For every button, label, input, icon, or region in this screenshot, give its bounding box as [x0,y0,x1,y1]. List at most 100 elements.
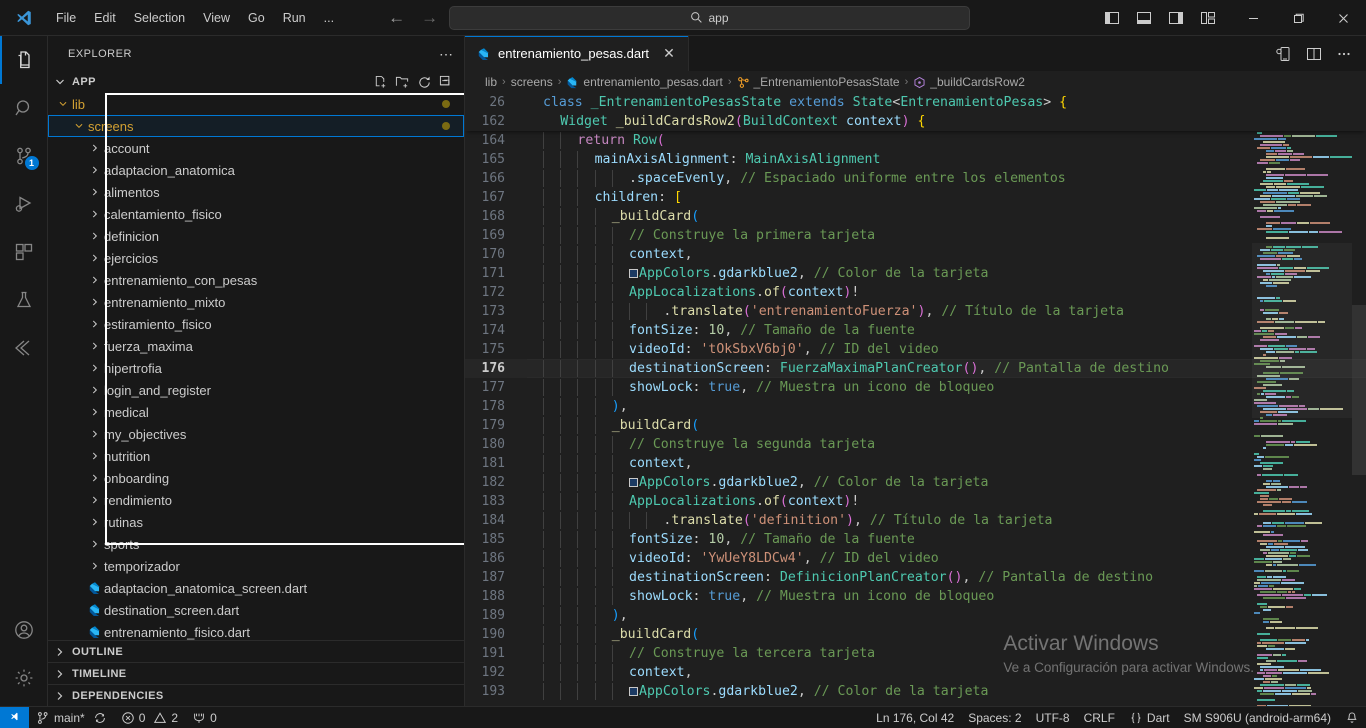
menu-go[interactable]: Go [240,7,273,29]
code-line[interactable]: 170 context, [465,245,1366,264]
status-language-mode[interactable]: Dart [1122,707,1177,728]
close-button[interactable] [1321,0,1366,36]
code-line[interactable]: 164 return Row( [465,131,1366,150]
status-eol[interactable]: CRLF [1077,707,1122,728]
tree-folder-row[interactable]: hipertrofia [48,357,464,379]
minimap[interactable] [1252,93,1352,706]
status-problems[interactable]: 0 2 [114,707,185,728]
tree-folder-row[interactable]: medical [48,401,464,423]
code-line[interactable]: 168 _buildCard( [465,207,1366,226]
tree-folder-row[interactable]: rendimiento [48,489,464,511]
close-icon[interactable]: ✕ [660,45,678,62]
sidebar-item-extensions[interactable] [0,228,48,276]
new-file-icon[interactable] [373,75,388,90]
tree-folder-row[interactable]: definicion [48,225,464,247]
menu-selection[interactable]: Selection [126,7,193,29]
collapse-all-icon[interactable] [439,75,454,90]
code-line[interactable]: 180 // Construye la segunda tarjeta [465,435,1366,454]
code-line[interactable]: 173 .translate('entrenamientoFuerza'), //… [465,302,1366,321]
code-line[interactable]: 187 destinationScreen: DefinicionPlanCrea… [465,568,1366,587]
more-actions-icon[interactable] [1330,40,1358,68]
code-line[interactable]: 177 showLock: true, // Muestra un icono d… [465,378,1366,397]
code-line[interactable]: 176 destinationScreen: FuerzaMaximaPlanCr… [465,359,1366,378]
code-line[interactable]: 178), [465,397,1366,416]
status-branch[interactable]: main* [29,707,114,728]
sticky-code-line[interactable]: 26 class _EntrenamientoPesasState extends… [465,93,1366,112]
minimap-slider[interactable] [1252,243,1352,418]
tree-folder-row[interactable]: alimentos [48,181,464,203]
code-line[interactable]: 184 .translate('definition'), // Título d… [465,511,1366,530]
menu-file[interactable]: File [48,7,84,29]
tree-folder-row[interactable]: login_and_register [48,379,464,401]
code-line[interactable]: 190 _buildCard( [465,625,1366,644]
tree-folder-row[interactable]: ejercicios [48,247,464,269]
sidebar-item-explorer[interactable] [0,36,48,84]
code-line[interactable]: 166 .spaceEvenly, // Espaciado uniforme e… [465,169,1366,188]
code-line[interactable]: 185 fontSize: 10, // Tamaño de la fuente [465,530,1366,549]
tree-folder-row[interactable]: estiramiento_fisico [48,313,464,335]
tree-folder-row[interactable]: onboarding [48,467,464,489]
toggle-secondary-sidebar-icon[interactable] [1161,3,1191,33]
code-line[interactable]: 171 AppColors.gdarkblue2, // Color de la … [465,264,1366,283]
code-line[interactable]: 165 mainAxisAlignment: MainAxisAlignment [465,150,1366,169]
tree-folder-row[interactable]: entrenamiento_mixto [48,291,464,313]
tree-folder-row[interactable]: nutrition [48,445,464,467]
tree-folder-row[interactable]: temporizador [48,555,464,577]
sidebar-item-source-control[interactable]: 1 [0,132,48,180]
tree-folder-row[interactable]: lib [48,93,464,115]
sticky-code-line[interactable]: 162 Widget _buildCardsRow2(BuildContext c… [465,112,1366,131]
customize-layout-icon[interactable] [1193,3,1223,33]
code-line[interactable]: 172 AppLocalizations.of(context)! [465,283,1366,302]
tree-folder-row[interactable]: calentamiento_fisico [48,203,464,225]
code-line[interactable]: 186 videoId: 'YwUeY8LDCw4', // ID del vid… [465,549,1366,568]
new-folder-icon[interactable] [395,75,410,90]
breadcrumb-method[interactable]: _buildCardsRow2 [913,75,1025,89]
tab-entrenamiento-pesas-dart[interactable]: entrenamiento_pesas.dart ✕ [465,36,690,71]
sticky-scroll[interactable]: 26 class _EntrenamientoPesasState extends… [465,93,1366,131]
status-ports[interactable]: 0 [185,707,224,728]
code-line[interactable]: 189), [465,606,1366,625]
code-line[interactable]: 181 context, [465,454,1366,473]
status-device[interactable]: SM S906U (android-arm64) [1177,707,1338,728]
code-line[interactable]: 169 // Construye la primera tarjeta [465,226,1366,245]
remote-indicator[interactable] [0,706,29,728]
go-forward-icon[interactable]: → [421,9,438,26]
tree-folder-row[interactable]: fuerza_maxima [48,335,464,357]
code-line[interactable]: 175 videoId: 'tOkSbxV6bj0', // ID del vid… [465,340,1366,359]
code-line[interactable]: 174 fontSize: 10, // Tamaño de la fuente [465,321,1366,340]
code-line[interactable]: 191 // Construye la tercera tarjeta [465,644,1366,663]
code-editor[interactable]: 163// Metodo para construir la segunda f… [465,93,1366,706]
code-line[interactable]: 188 showLock: true, // Muestra un icono d… [465,587,1366,606]
code-line[interactable]: 179 _buildCard( [465,416,1366,435]
editor-vertical-scrollbar[interactable] [1352,93,1366,706]
breadcrumb-class[interactable]: _EntrenamientoPesasState [737,75,900,89]
tree-folder-row[interactable]: my_objectives [48,423,464,445]
code-line[interactable]: 193 AppColors.gdarkblue2, // Color de la … [465,682,1366,701]
toggle-panel-icon[interactable] [1129,3,1159,33]
tree-file-row[interactable]: destination_screen.dart [48,599,464,621]
sidebar-section-timeline[interactable]: TIMELINE [48,662,464,684]
menu-edit[interactable]: Edit [86,7,124,29]
sidebar-section-dependencies[interactable]: DEPENDENCIES [48,684,464,706]
file-tree[interactable]: lib screens account adaptacion_anatomica ali… [48,93,464,640]
explorer-section-app[interactable]: APP [48,71,464,93]
sidebar-item-search[interactable] [0,84,48,132]
status-indentation[interactable]: Spaces: 2 [961,707,1028,728]
run-device-icon[interactable] [1270,40,1298,68]
command-center-search[interactable]: app [449,5,970,30]
split-editor-icon[interactable] [1300,40,1328,68]
code-viewport[interactable]: 163// Metodo para construir la segunda f… [465,93,1366,706]
status-notifications[interactable] [1338,707,1366,728]
tree-folder-row[interactable]: account [48,137,464,159]
tree-folder-row[interactable]: sports [48,533,464,555]
code-lines[interactable]: 163// Metodo para construir la segunda f… [465,93,1366,706]
tree-file-row[interactable]: adaptacion_anatomica_screen.dart [48,577,464,599]
sidebar-item-testing[interactable] [0,276,48,324]
sidebar-section-outline[interactable]: OUTLINE [48,640,464,662]
status-encoding[interactable]: UTF-8 [1029,707,1077,728]
scrollbar-thumb[interactable] [1352,305,1366,475]
breadcrumb-file[interactable]: entrenamiento_pesas.dart [566,75,723,89]
tree-folder-row[interactable]: adaptacion_anatomica [48,159,464,181]
code-line[interactable]: 192 context, [465,663,1366,682]
manage-settings-button[interactable] [0,654,48,702]
